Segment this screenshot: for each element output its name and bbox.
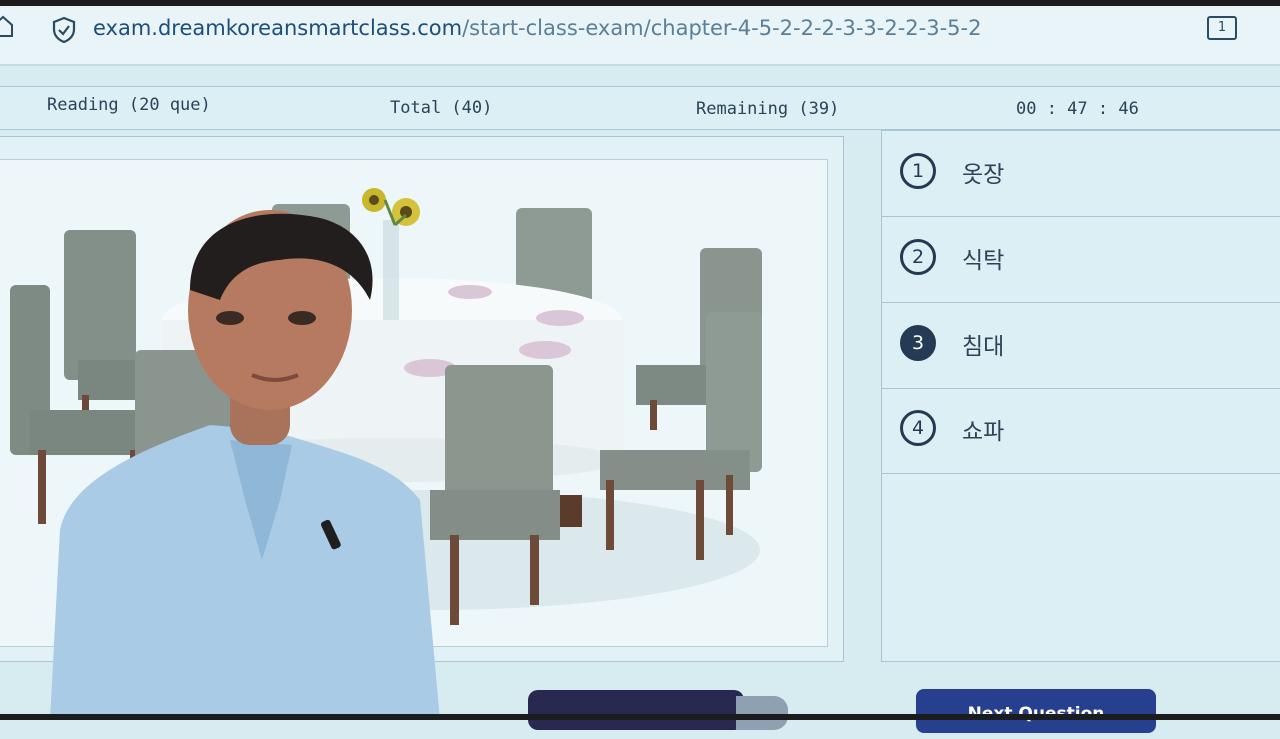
option-label-1: 옷장 [962, 162, 1005, 188]
tab-count-button[interactable]: 1 [1207, 16, 1237, 40]
answer-option-2[interactable]: 2 식탁 [882, 217, 1280, 303]
option-label-4: 쇼파 [962, 419, 1005, 445]
option-number-1: 1 [900, 153, 936, 189]
exam-info-bar: Reading (20 que) Total (40) Remaining (3… [0, 86, 1280, 130]
url-domain: exam.dreamkoreansmartclass.com [93, 16, 463, 40]
url-path: /start-class-exam/chapter-4-5-2-2-2-3-3-… [462, 16, 982, 40]
answer-option-4[interactable]: 4 쇼파 [882, 388, 1280, 474]
browser-address-bar[interactable]: exam.dreamkoreansmartclass.com/start-cla… [0, 6, 1280, 66]
total-count: Total (40) [390, 98, 493, 118]
answer-option-1[interactable]: 1 옷장 [882, 131, 1280, 217]
exam-timer: 00 : 47 : 46 [1016, 99, 1139, 119]
option-number-3: 3 [900, 325, 936, 361]
remaining-count: Remaining (39) [696, 99, 840, 119]
next-question-button[interactable]: Next Question [916, 689, 1156, 733]
home-icon[interactable] [0, 14, 14, 38]
toolbar-close-area[interactable] [736, 696, 788, 730]
option-number-4: 4 [900, 410, 936, 446]
shield-check-icon [52, 16, 76, 44]
option-number-2: 2 [900, 239, 936, 275]
presenter-figure [50, 210, 440, 720]
option-label-2: 식탁 [962, 248, 1005, 274]
section-label: Reading (20 que) [47, 95, 211, 115]
screen-bottom-edge [0, 714, 1280, 720]
option-label-3: 침대 [962, 334, 1005, 360]
floating-toolbar[interactable] [528, 690, 744, 730]
answer-options-panel: 1 옷장 2 식탁 3 침대 4 쇼파 [881, 130, 1280, 662]
url-text[interactable]: exam.dreamkoreansmartclass.com/start-cla… [93, 16, 981, 40]
answer-option-3[interactable]: 3 침대 [882, 303, 1280, 389]
